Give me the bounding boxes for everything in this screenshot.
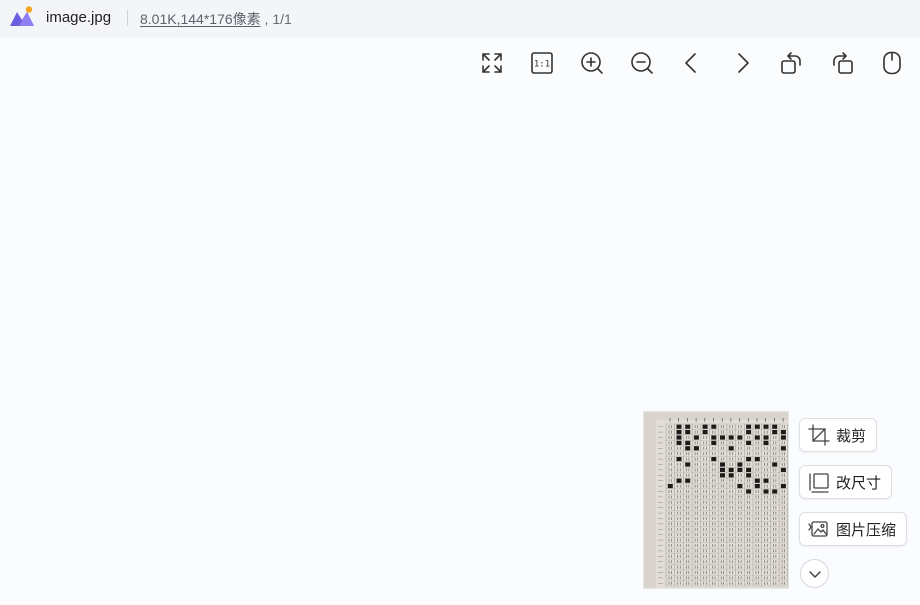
file-info: 8.01K,144*176像素 , 1/1 xyxy=(140,9,292,29)
resize-label: 改尺寸 xyxy=(836,474,882,492)
title-divider xyxy=(127,10,128,26)
zoom-in-icon xyxy=(581,52,603,74)
thumbnail-photo xyxy=(644,412,788,588)
more-actions-button[interactable] xyxy=(800,559,829,588)
file-name: image.jpg xyxy=(46,9,112,26)
crop-button[interactable]: 裁剪 xyxy=(799,418,878,452)
title-bar: image.jpg 8.01K,144*176像素 , 1/1 xyxy=(0,0,920,38)
viewer-toolbar: 1:1 xyxy=(475,46,909,80)
resize-icon xyxy=(809,473,829,493)
mouse-icon xyxy=(883,51,901,75)
rotate-left-icon xyxy=(781,52,801,74)
file-size[interactable]: 8.01K xyxy=(140,11,177,27)
one-to-one-icon: 1:1 xyxy=(531,52,553,74)
expand-arrows-icon xyxy=(482,53,502,73)
chevron-down-icon xyxy=(808,570,821,578)
chevron-right-icon xyxy=(738,53,749,73)
image-viewer-window: image.jpg 8.01K,144*176像素 , 1/1 1:1 裁剪 改… xyxy=(0,0,920,605)
previous-image-button[interactable] xyxy=(675,46,709,80)
zoom-in-button[interactable] xyxy=(575,46,609,80)
app-logo-icon xyxy=(10,6,34,26)
compress-button[interactable]: 图片压缩 xyxy=(799,512,908,546)
page-counter: , 1/1 xyxy=(260,11,292,27)
actual-size-label: 1:1 xyxy=(534,60,550,70)
chevron-left-icon xyxy=(685,53,696,73)
actual-size-button[interactable]: 1:1 xyxy=(525,46,559,80)
zoom-out-icon xyxy=(631,52,653,74)
resize-button[interactable]: 改尺寸 xyxy=(799,465,893,499)
crop-label: 裁剪 xyxy=(836,427,867,445)
rotate-left-button[interactable] xyxy=(775,46,809,80)
image-dimensions[interactable]: ,144*176像素 xyxy=(177,11,261,27)
rotate-right-icon xyxy=(833,52,853,74)
image-thumbnail[interactable] xyxy=(644,412,788,588)
compress-label: 图片压缩 xyxy=(836,521,897,539)
image-compress-icon xyxy=(808,521,828,537)
rotate-right-button[interactable] xyxy=(825,46,859,80)
fullscreen-button[interactable] xyxy=(475,46,509,80)
zoom-out-button[interactable] xyxy=(625,46,659,80)
mouse-mode-button[interactable] xyxy=(875,46,909,80)
crop-icon xyxy=(808,424,830,446)
next-image-button[interactable] xyxy=(725,46,759,80)
